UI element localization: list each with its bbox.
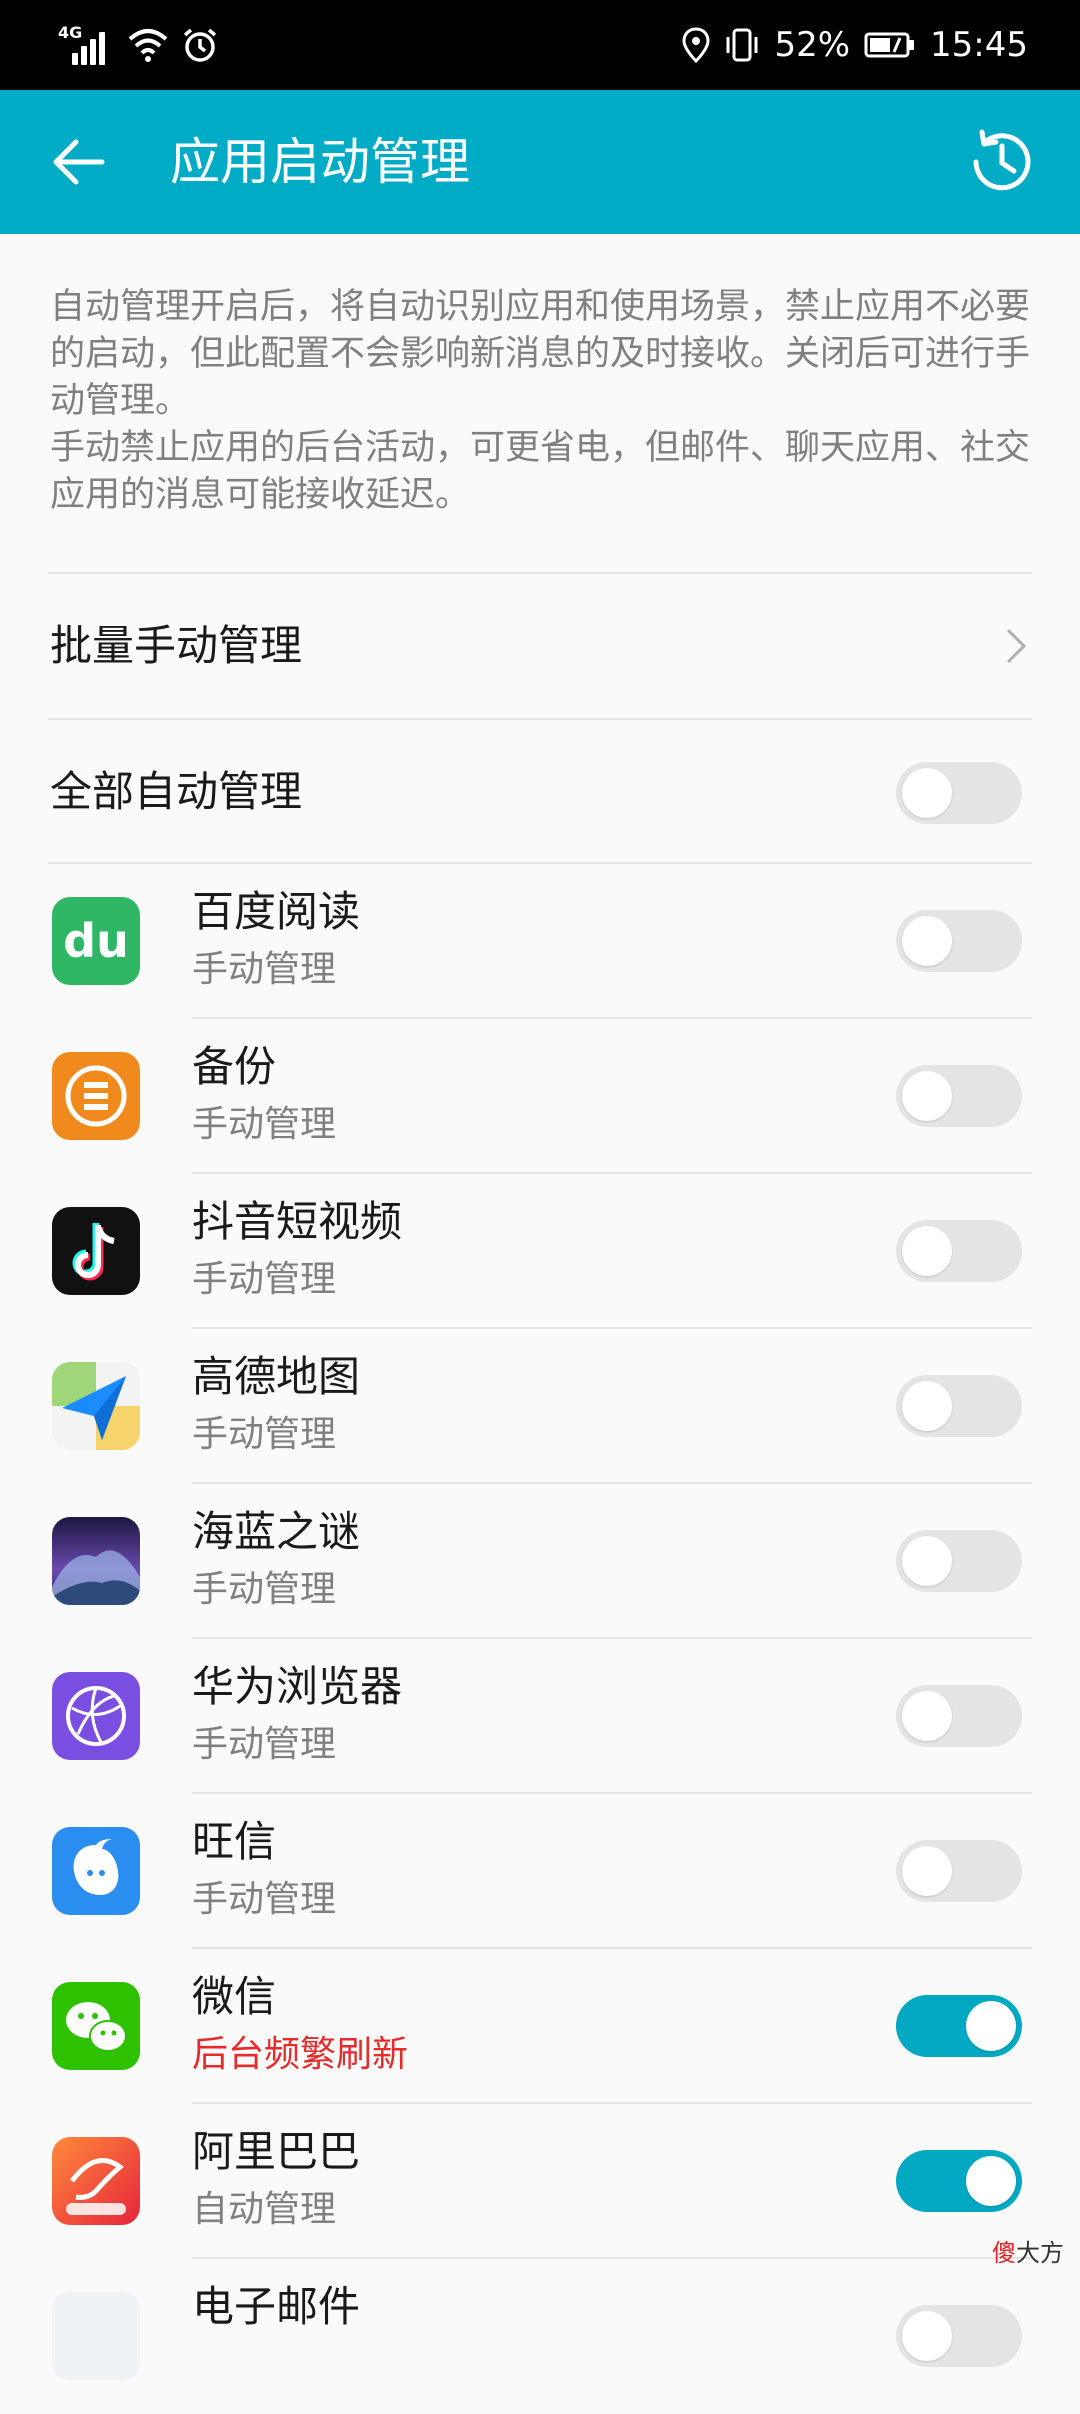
backup-icon — [52, 1052, 140, 1140]
app-name: 电子邮件 — [192, 2282, 361, 2331]
wangxin-icon — [52, 1827, 140, 1915]
history-button[interactable] — [962, 122, 1042, 202]
network-type: 4G — [58, 23, 83, 42]
back-arrow-icon — [53, 139, 105, 185]
auto-all-label: 全部自动管理 — [50, 767, 303, 816]
app-name: 备份 — [192, 1042, 277, 1091]
auto-all-toggle[interactable] — [896, 762, 1022, 824]
app-auto-manage-toggle[interactable] — [896, 1530, 1022, 1592]
app-status: 手动管理 — [192, 1414, 337, 1455]
app-bar: 应用启动管理 — [0, 90, 1080, 234]
app-auto-manage-toggle[interactable] — [896, 1840, 1022, 1902]
app-row: 电子邮件 — [0, 2259, 1080, 2414]
auto-all-row: 全部自动管理 — [0, 720, 1080, 864]
app-auto-manage-toggle[interactable] — [896, 1065, 1022, 1127]
description-auto: 自动管理开启后，将自动识别应用和使用场景，禁止应用不必要的启动，但此配置不会影响… — [50, 287, 1031, 421]
app-name: 高德地图 — [192, 1352, 361, 1401]
app-row: 旺信 手动管理 — [0, 1794, 1080, 1949]
huawei-browser-icon — [52, 1672, 140, 1760]
app-name: 海蓝之谜 — [192, 1507, 361, 1556]
app-row: 备份 手动管理 — [0, 1019, 1080, 1174]
cellular-signal-icon: 4G — [58, 23, 114, 65]
app-name: 抖音短视频 — [192, 1197, 403, 1246]
batch-manage-label: 批量手动管理 — [50, 621, 303, 670]
amap-icon — [52, 1362, 140, 1450]
wechat-icon — [52, 1982, 140, 2070]
app-auto-manage-toggle[interactable] — [896, 1220, 1022, 1282]
description-manual: 手动禁止应用的后台活动，可更省电，但邮件、聊天应用、社交应用的消息可能接收延迟。 — [50, 428, 1031, 515]
clock-time: 15:45 — [930, 25, 1028, 65]
app-auto-manage-toggle[interactable] — [896, 2305, 1022, 2367]
alarm-icon — [183, 28, 217, 62]
app-status: 手动管理 — [192, 1259, 337, 1300]
chevron-right-icon — [1006, 628, 1027, 664]
app-row: 高德地图 手动管理 — [0, 1329, 1080, 1484]
status-right: 52% 15:45 — [682, 18, 1028, 72]
app-auto-manage-toggle[interactable] — [896, 2150, 1022, 2212]
app-list: du 百度阅读 手动管理 备份 手动管理 抖音短视频 手动管理 高德地图 手动管理 海蓝之谜 手动管… — [0, 864, 1080, 2380]
status-left: 4G — [58, 18, 218, 72]
app-row: 华为浏览器 手动管理 — [0, 1639, 1080, 1794]
watermark: 傻大方 — [992, 2239, 1064, 2267]
baidu-read-icon: du — [52, 897, 140, 985]
app-row: 海蓝之谜 手动管理 — [0, 1484, 1080, 1639]
location-icon — [682, 27, 710, 63]
vibrate-icon — [726, 28, 758, 62]
app-status: 手动管理 — [192, 1569, 337, 1610]
app-row: du 百度阅读手动管理 — [0, 864, 1080, 1019]
history-clock-icon — [973, 129, 1031, 191]
app-name: 阿里巴巴 — [192, 2127, 361, 2176]
alibaba-icon — [52, 2137, 140, 2225]
app-status: 手动管理 — [192, 949, 337, 990]
app-row: 阿里巴巴 自动管理 — [0, 2104, 1080, 2259]
app-auto-manage-toggle[interactable] — [896, 1685, 1022, 1747]
app-auto-manage-toggle[interactable] — [896, 1375, 1022, 1437]
description-text: 自动管理开启后，将自动识别应用和使用场景，禁止应用不必要的启动，但此配置不会影响… — [50, 284, 1030, 519]
batch-manage-row[interactable]: 批量手动管理 — [0, 574, 1080, 718]
app-status: 手动管理 — [192, 1879, 337, 1920]
app-status: 手动管理 — [192, 1724, 337, 1765]
douyin-icon — [52, 1207, 140, 1295]
app-name: 华为浏览器 — [192, 1662, 403, 1711]
lamer-icon — [52, 1517, 140, 1605]
wifi-icon — [128, 29, 168, 62]
email-icon — [52, 2292, 140, 2380]
back-button[interactable] — [42, 122, 122, 202]
app-auto-manage-toggle[interactable] — [896, 910, 1022, 972]
app-status: 后台频繁刷新 — [192, 2034, 409, 2075]
app-name: 百度阅读 — [192, 887, 361, 936]
svg-text:du: du — [63, 914, 129, 968]
app-status: 自动管理 — [192, 2189, 337, 2230]
app-auto-manage-toggle[interactable] — [896, 1995, 1022, 2057]
app-status: 手动管理 — [192, 1104, 337, 1145]
page-title: 应用启动管理 — [170, 133, 470, 191]
battery-icon — [864, 32, 915, 58]
battery-percent: 52% — [774, 25, 851, 65]
app-name: 旺信 — [192, 1817, 277, 1866]
status-bar: 4G 52% 15:45 — [0, 0, 1080, 90]
app-row: 微信 后台频繁刷新 — [0, 1949, 1080, 2104]
app-row: 抖音短视频 手动管理 — [0, 1174, 1080, 1329]
app-name: 微信 — [192, 1972, 277, 2021]
